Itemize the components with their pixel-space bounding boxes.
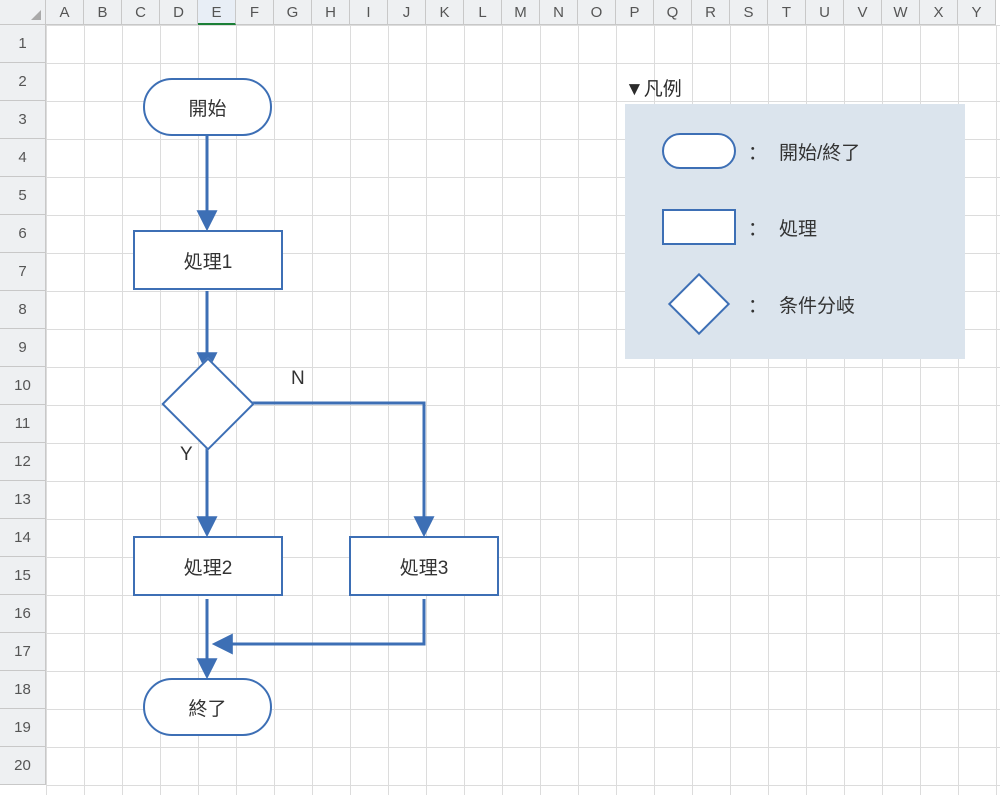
row-header-16[interactable]: 16 [0, 595, 46, 633]
column-header-U[interactable]: U [806, 0, 844, 25]
spreadsheet-sheet: ABCDEFGHIJKLMNOPQRSTUVWXY 12345678910111… [0, 0, 1000, 795]
start-label: 開始 [188, 94, 226, 121]
process-3[interactable]: 処理3 [349, 536, 499, 596]
process-2-label: 処理2 [184, 553, 233, 580]
column-header-Y[interactable]: Y [958, 0, 996, 25]
column-header-B[interactable]: B [84, 0, 122, 25]
column-header-S[interactable]: S [730, 0, 768, 25]
legend-decision-text: 条件分岐 [779, 291, 855, 318]
column-header-R[interactable]: R [692, 0, 730, 25]
column-header-L[interactable]: L [464, 0, 502, 25]
row-headers: 1234567891011121314151617181920 [0, 25, 46, 785]
row-header-3[interactable]: 3 [0, 101, 46, 139]
row-header-10[interactable]: 10 [0, 367, 46, 405]
row-header-2[interactable]: 2 [0, 63, 46, 101]
terminator-icon [662, 133, 736, 169]
legend-terminator-text: 開始/終了 [779, 138, 860, 165]
row-header-18[interactable]: 18 [0, 671, 46, 709]
legend-title: ▼凡例 [625, 74, 682, 101]
column-header-F[interactable]: F [236, 0, 274, 25]
process-3-label: 処理3 [400, 553, 449, 580]
column-header-T[interactable]: T [768, 0, 806, 25]
row-header-6[interactable]: 6 [0, 215, 46, 253]
row-header-7[interactable]: 7 [0, 253, 46, 291]
row-header-14[interactable]: 14 [0, 519, 46, 557]
legend-sep: ： [748, 291, 767, 318]
column-header-P[interactable]: P [616, 0, 654, 25]
column-header-J[interactable]: J [388, 0, 426, 25]
column-header-E[interactable]: E [198, 0, 236, 25]
branch-yes-label: Y [180, 444, 193, 466]
column-header-D[interactable]: D [160, 0, 198, 25]
row-header-13[interactable]: 13 [0, 481, 46, 519]
column-header-C[interactable]: C [122, 0, 160, 25]
legend-row-decision: ： 条件分岐 [662, 282, 855, 326]
process-2[interactable]: 処理2 [133, 536, 283, 596]
legend-sep: ： [748, 138, 767, 165]
row-header-4[interactable]: 4 [0, 139, 46, 177]
column-header-G[interactable]: G [274, 0, 312, 25]
column-header-O[interactable]: O [578, 0, 616, 25]
row-header-17[interactable]: 17 [0, 633, 46, 671]
row-header-15[interactable]: 15 [0, 557, 46, 595]
legend-process-text: 処理 [779, 214, 817, 241]
start-terminator[interactable]: 開始 [143, 78, 272, 136]
process-1[interactable]: 処理1 [133, 230, 283, 290]
select-all-corner[interactable] [0, 0, 46, 25]
row-header-9[interactable]: 9 [0, 329, 46, 367]
legend-row-terminator: ： 開始/終了 [662, 133, 860, 169]
legend-sep: ： [748, 214, 767, 241]
column-header-Q[interactable]: Q [654, 0, 692, 25]
row-header-19[interactable]: 19 [0, 709, 46, 747]
column-header-H[interactable]: H [312, 0, 350, 25]
end-terminator[interactable]: 終了 [143, 678, 272, 736]
row-header-11[interactable]: 11 [0, 405, 46, 443]
column-header-W[interactable]: W [882, 0, 920, 25]
end-label: 終了 [188, 694, 226, 721]
process-1-label: 処理1 [184, 247, 233, 274]
column-header-K[interactable]: K [426, 0, 464, 25]
row-header-12[interactable]: 12 [0, 443, 46, 481]
column-header-V[interactable]: V [844, 0, 882, 25]
column-header-A[interactable]: A [46, 0, 84, 25]
process-icon [662, 209, 736, 245]
column-headers: ABCDEFGHIJKLMNOPQRSTUVWXY [46, 0, 996, 25]
diamond-icon [668, 273, 730, 335]
column-header-X[interactable]: X [920, 0, 958, 25]
column-header-N[interactable]: N [540, 0, 578, 25]
column-header-I[interactable]: I [350, 0, 388, 25]
legend-row-process: ： 処理 [662, 209, 817, 245]
row-header-20[interactable]: 20 [0, 747, 46, 785]
column-header-M[interactable]: M [502, 0, 540, 25]
row-header-5[interactable]: 5 [0, 177, 46, 215]
branch-no-label: N [291, 368, 305, 390]
row-header-8[interactable]: 8 [0, 291, 46, 329]
row-header-1[interactable]: 1 [0, 25, 46, 63]
